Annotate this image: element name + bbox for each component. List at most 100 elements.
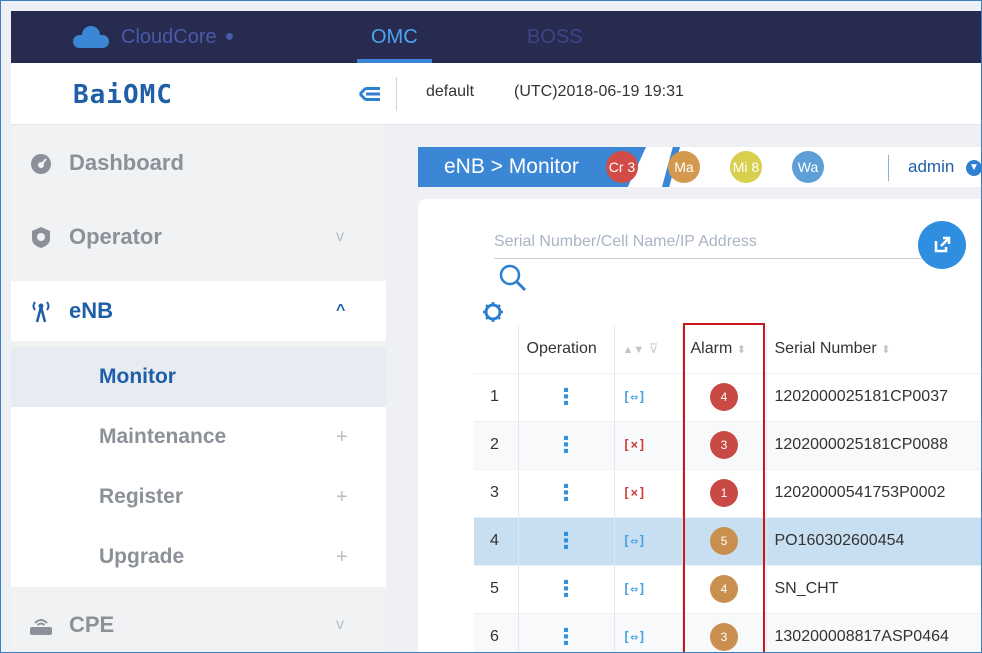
chevron-up-icon: ^ — [336, 302, 346, 319]
serial-header-label: Serial Number — [774, 339, 877, 357]
row-operation[interactable]: ⋮ — [518, 469, 615, 518]
alarm-critical-badge[interactable]: Cr 3 — [606, 151, 638, 183]
row-serial[interactable]: 12020000541753P0002 — [766, 469, 981, 518]
more-options-icon[interactable]: ⋮ — [527, 528, 606, 554]
user-menu[interactable]: admin — [908, 147, 954, 187]
brand-label: CloudCore — [121, 25, 217, 48]
row-alarm: 1 — [682, 469, 767, 518]
more-options-icon[interactable]: ⋮ — [527, 576, 606, 602]
row-serial[interactable]: 1202000025181CP0088 — [766, 421, 981, 470]
row-serial[interactable]: 130200008817ASP0464 — [766, 613, 981, 652]
row-operation[interactable]: ⋮ — [518, 373, 615, 422]
sidebar-item-dashboard[interactable]: Dashboard — [11, 133, 386, 193]
table-row[interactable]: 2 ⋮ [×] 3 1202000025181CP0088 — [474, 421, 981, 470]
chevron-down-icon[interactable]: ▼ — [966, 160, 981, 176]
row-alarm: 4 — [682, 565, 767, 614]
table-row[interactable]: 1 ⋮ [⇔] 4 1202000025181CP0037 — [474, 373, 981, 422]
sidebar-subitem-register[interactable]: Register + — [11, 467, 386, 527]
monitor-panel: Operation ▲▼ ⊽ Alarm ⬍ Serial Number ⬍ 1… — [418, 199, 981, 652]
sort-icon[interactable]: ⬍ — [881, 344, 890, 356]
plus-icon: + — [336, 426, 348, 448]
table-row[interactable]: 3 ⋮ [×] 1 12020000541753P0002 — [474, 469, 981, 518]
antenna-icon — [27, 297, 55, 325]
more-options-icon[interactable]: ⋮ — [527, 480, 606, 506]
alarm-minor-badge[interactable]: Mi 8 — [730, 151, 762, 183]
tab-omc[interactable]: OMC — [357, 11, 432, 63]
row-operation[interactable]: ⋮ — [518, 613, 615, 652]
menu-collapse-icon — [358, 86, 380, 102]
link-connected-icon: [⇔] — [622, 534, 646, 549]
export-icon — [934, 236, 951, 253]
subitem-label: Monitor — [99, 365, 176, 388]
column-header-operation: Operation — [518, 325, 615, 374]
sidebar-subitem-maintenance[interactable]: Maintenance + — [11, 407, 386, 467]
sort-icon[interactable]: ▲▼ — [623, 344, 645, 356]
filter-icon[interactable]: ⊽ — [649, 341, 659, 356]
search-button[interactable] — [498, 263, 528, 293]
row-operation[interactable]: ⋮ — [518, 421, 615, 470]
sort-icon[interactable]: ⬍ — [737, 344, 746, 356]
search-input[interactable] — [494, 225, 934, 259]
header-bar: BaiOMC default (UTC)2018-06-19 19:31 — [11, 63, 981, 125]
operation-header-label: Operation — [526, 339, 597, 357]
export-button[interactable] — [918, 221, 966, 269]
sidebar-item-enb[interactable]: eNB ^ — [11, 281, 386, 341]
tenant-label[interactable]: default — [426, 83, 474, 101]
sidebar-item-label: Operator — [69, 224, 162, 249]
top-nav-bar: CloudCore ● OMC BOSS — [11, 11, 981, 63]
more-options-icon[interactable]: ⋮ — [527, 384, 606, 410]
sidebar-item-label: eNB — [69, 298, 114, 323]
sidebar-subitem-upgrade[interactable]: Upgrade + — [11, 527, 386, 587]
gear-icon — [483, 302, 503, 322]
alarm-count-badge[interactable]: 4 — [710, 575, 738, 603]
link-connected-icon: [⇔] — [622, 582, 646, 597]
table-row[interactable]: 5 ⋮ [⇔] 4 SN_CHT — [474, 565, 981, 614]
sidebar-item-cpe[interactable]: CPE v — [11, 595, 386, 652]
row-serial[interactable]: 1202000025181CP0037 — [766, 373, 981, 422]
tab-boss[interactable]: BOSS — [527, 11, 583, 63]
row-operation[interactable]: ⋮ — [518, 517, 615, 566]
table-header-row: Operation ▲▼ ⊽ Alarm ⬍ Serial Number ⬍ — [474, 325, 981, 374]
subitem-label: Upgrade — [99, 545, 185, 568]
alarm-warning-badge[interactable]: Wa — [792, 151, 824, 183]
breadcrumb-divider — [888, 155, 889, 181]
table-row[interactable]: 4 ⋮ [⇔] 5 PO160302600454 — [474, 517, 981, 566]
sidebar-item-operator[interactable]: Operator v — [11, 207, 386, 267]
row-alarm: 4 — [682, 373, 767, 422]
row-operation[interactable]: ⋮ — [518, 565, 615, 614]
breadcrumb-bar: eNB > Monitor Cr 3 Ma Mi 8 Wa admin ▼ — [418, 147, 981, 187]
row-link-status: [⇔] — [614, 613, 683, 652]
alarm-count-badge[interactable]: 5 — [710, 527, 738, 555]
alarm-count-badge[interactable]: 3 — [710, 431, 738, 459]
alarm-count-badge[interactable]: 4 — [710, 383, 738, 411]
more-options-icon[interactable]: ⋮ — [527, 624, 606, 650]
link-disconnected-icon: [×] — [622, 438, 646, 453]
row-alarm: 3 — [682, 613, 767, 652]
alarm-major-badge[interactable]: Ma — [668, 151, 700, 183]
cloud-icon — [73, 26, 109, 48]
main-content: eNB > Monitor Cr 3 Ma Mi 8 Wa admin ▼ Se… — [396, 125, 981, 652]
search-icon — [499, 264, 527, 292]
header-divider — [396, 77, 397, 111]
row-alarm: 5 — [682, 517, 767, 566]
sidebar-subitem-monitor[interactable]: Monitor — [11, 347, 386, 407]
column-header-alarm[interactable]: Alarm ⬍ — [682, 325, 767, 374]
row-serial[interactable]: PO160302600454 — [766, 517, 981, 566]
link-connected-icon: [⇔] — [622, 390, 646, 405]
column-settings-button[interactable] — [482, 301, 504, 323]
alarm-count-badge[interactable]: 1 — [710, 479, 738, 507]
table-row[interactable]: 6 ⋮ [⇔] 3 130200008817ASP0464 — [474, 613, 981, 652]
column-header-serial[interactable]: Serial Number ⬍ — [766, 325, 981, 374]
baiomc-logo: BaiOMC — [73, 80, 173, 110]
cloudcore-brand[interactable]: CloudCore ● — [73, 23, 234, 51]
row-index: 3 — [474, 469, 519, 518]
operator-icon — [27, 223, 55, 251]
subitem-label: Register — [99, 485, 184, 508]
alarm-count-badge[interactable]: 3 — [710, 623, 738, 651]
column-header-index — [474, 325, 519, 374]
chevron-down-icon: v — [336, 616, 344, 633]
more-options-icon[interactable]: ⋮ — [527, 432, 606, 458]
column-header-status[interactable]: ▲▼ ⊽ — [614, 325, 683, 374]
collapse-sidebar-button[interactable] — [357, 81, 383, 107]
row-serial[interactable]: SN_CHT — [766, 565, 981, 614]
